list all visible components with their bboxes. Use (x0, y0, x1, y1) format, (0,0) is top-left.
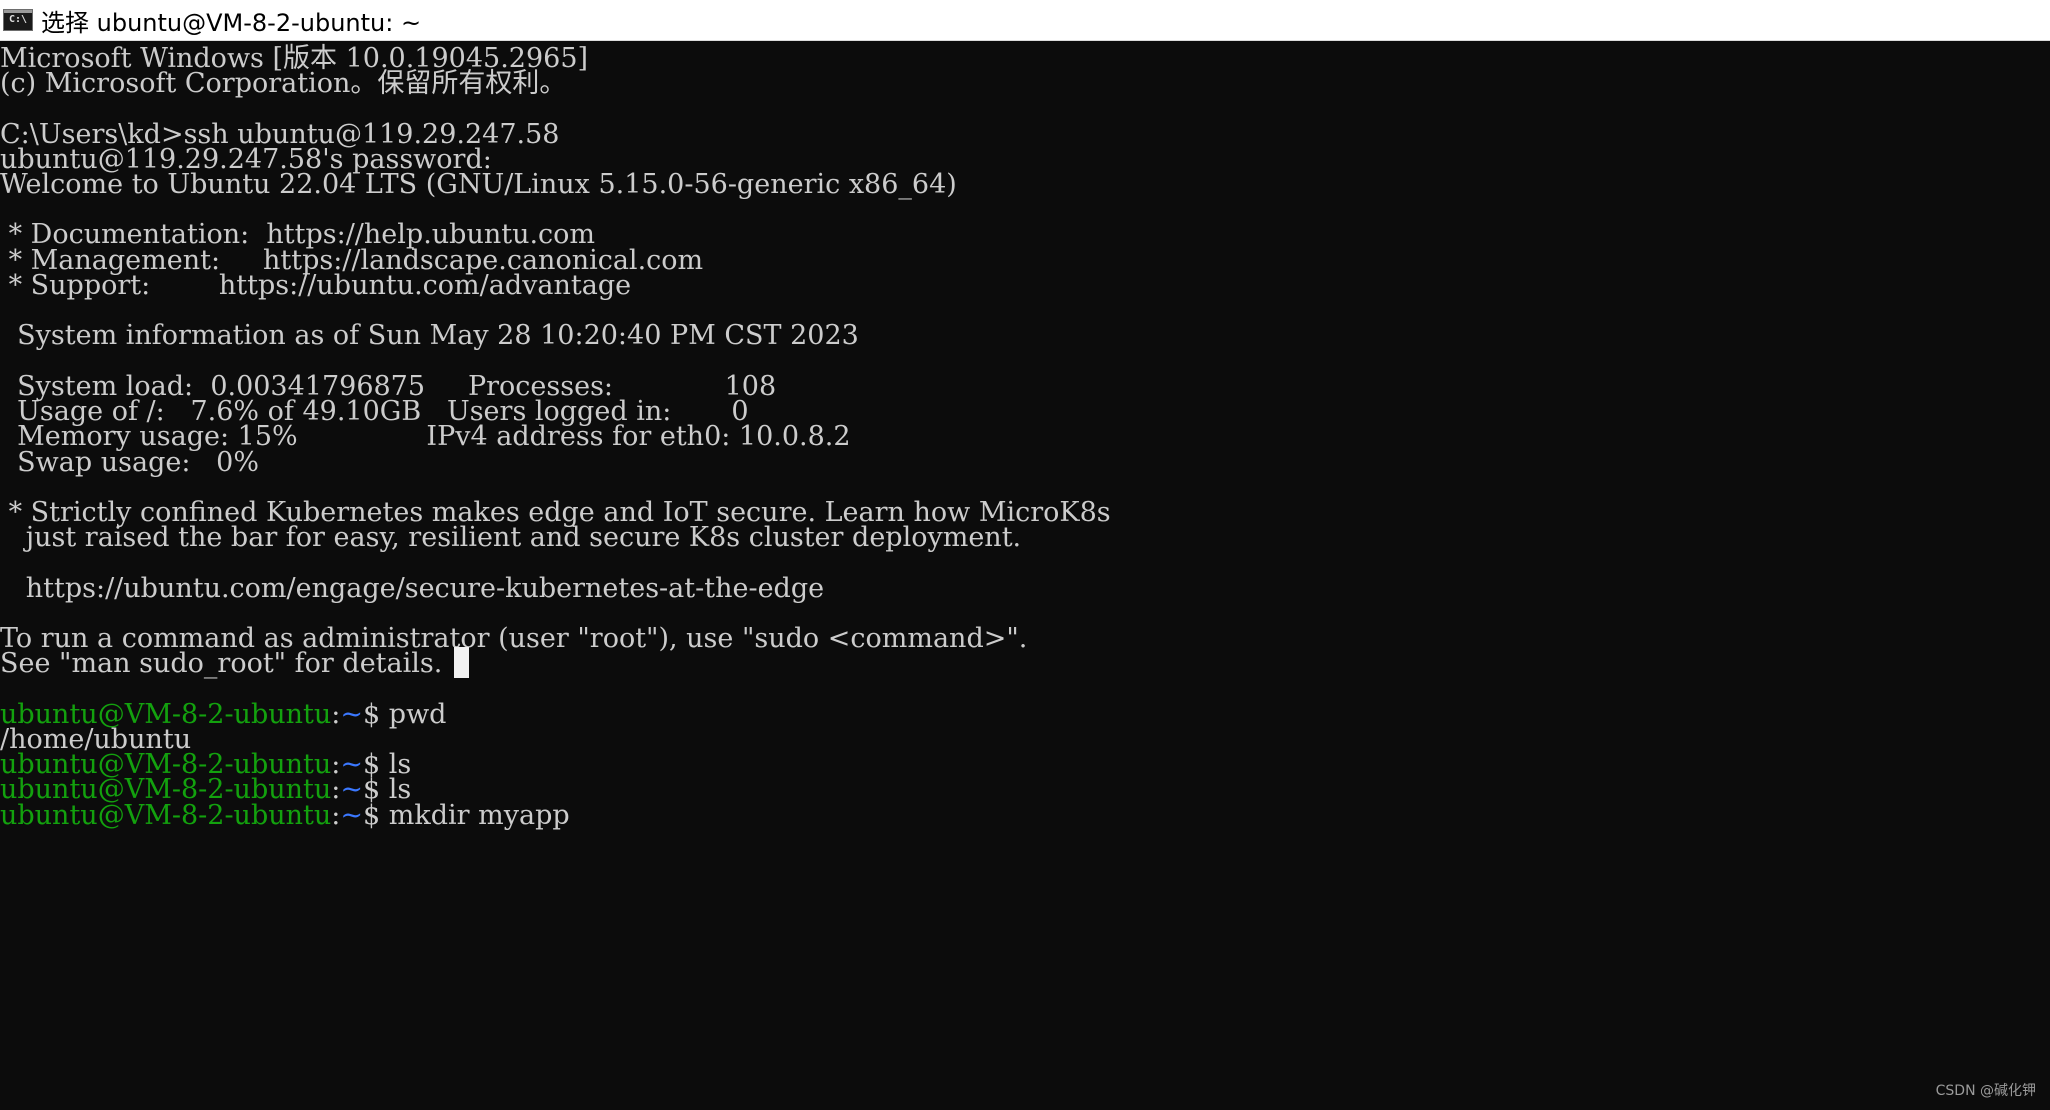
terminal-line: Welcome to Ubuntu 22.04 LTS (GNU/Linux 5… (0, 169, 957, 200)
terminal-line-text: See "man sudo_root" for details. (0, 648, 443, 679)
prompt-separator: : (331, 699, 341, 730)
terminal-line: (c) Microsoft Corporation。保留所有权利。 (0, 68, 567, 99)
terminal-window: C:\ 选择 ubuntu@VM-8-2-ubuntu: ~ Microsoft… (0, 0, 2050, 1110)
prompt-symbol: $ (363, 699, 381, 730)
prompt-path: ~ (340, 800, 363, 831)
title-bar[interactable]: C:\ 选择 ubuntu@VM-8-2-ubuntu: ~ (0, 0, 2050, 41)
prompt-user-host: ubuntu@VM-8-2-ubuntu (0, 800, 332, 831)
watermark: CSDN @碱化钾 (1935, 1083, 2036, 1099)
terminal-output[interactable]: Microsoft Windows [版本 10.0.19045.2965] (… (0, 42, 2050, 1110)
terminal-line: See "man sudo_root" for details. (0, 647, 470, 680)
window-title: 选择 ubuntu@VM-8-2-ubuntu: ~ (41, 8, 422, 37)
terminal-line: * Support: https://ubuntu.com/advantage (0, 270, 632, 301)
prompt-symbol: $ (363, 800, 381, 831)
text-cursor (454, 647, 470, 678)
terminal-line: https://ubuntu.com/engage/secure-kuberne… (0, 573, 825, 604)
terminal-line: Swap usage: 0% (0, 447, 260, 478)
prompt-separator: : (331, 800, 341, 831)
terminal-line: System information as of Sun May 28 10:2… (0, 320, 859, 351)
console-icon: C:\ (3, 9, 33, 31)
command-text: pwd (388, 699, 447, 730)
prompt-line: ubuntu@VM-8-2-ubuntu:~$ mkdir myapp (0, 799, 570, 832)
prompt-path: ~ (340, 699, 363, 730)
terminal-line: just raised the bar for easy, resilient … (0, 522, 1022, 553)
command-text: mkdir myapp (388, 800, 570, 831)
